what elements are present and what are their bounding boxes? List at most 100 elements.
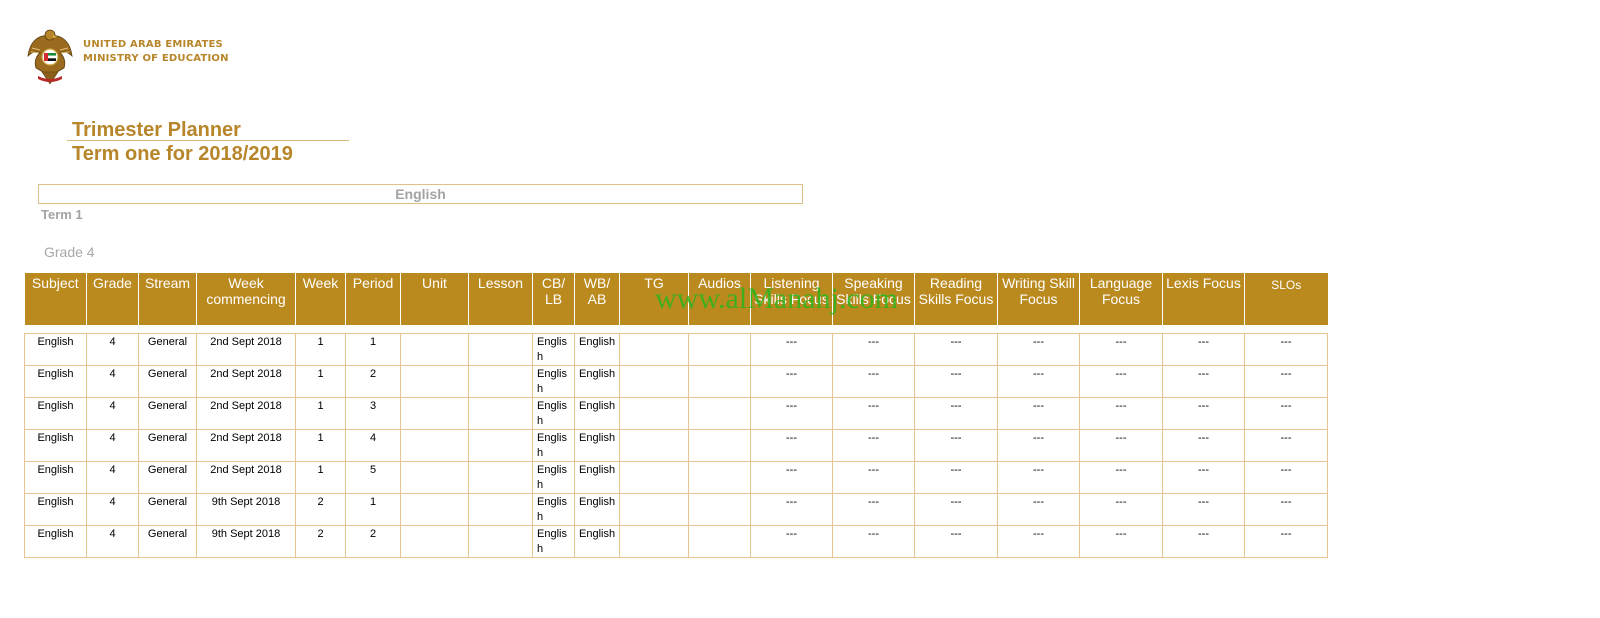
header-spacer xyxy=(24,325,1328,333)
table-cell: --- xyxy=(914,396,998,430)
page-title: Trimester Planner xyxy=(72,119,241,141)
column-header: Week commencing xyxy=(196,273,296,325)
table-cell: --- xyxy=(1162,492,1245,526)
table-cell: --- xyxy=(1244,460,1328,494)
table-cell: 2nd Sept 2018 xyxy=(196,332,296,366)
table-row: English 4 General 2nd Sept 2018 1 5 English Eng… xyxy=(24,460,1328,494)
table-cell: English xyxy=(24,396,87,430)
table-cell: --- xyxy=(1079,524,1163,558)
table-cell: --- xyxy=(997,524,1080,558)
table-cell: --- xyxy=(750,428,833,462)
watermark: www.alManahj.com xyxy=(655,282,898,315)
page-subtitle: Term one for 2018/2019 xyxy=(72,143,293,165)
table-row: English 4 General 2nd Sept 2018 1 3 English Eng… xyxy=(24,396,1328,430)
table-cell: 1 xyxy=(295,428,346,462)
table-cell: --- xyxy=(997,332,1080,366)
table-cell: --- xyxy=(832,332,915,366)
table-cell: 4 xyxy=(86,332,139,366)
table-cell: 4 xyxy=(86,428,139,462)
table-cell: --- xyxy=(1079,428,1163,462)
table-cell xyxy=(688,524,751,558)
table-cell: English xyxy=(574,524,620,558)
table-cell xyxy=(619,364,689,398)
table-row: English 4 General 2nd Sept 2018 1 2 English Eng… xyxy=(24,364,1328,398)
table-cell: --- xyxy=(832,524,915,558)
table-cell xyxy=(619,524,689,558)
table-cell: --- xyxy=(1079,396,1163,430)
table-cell: 1 xyxy=(295,364,346,398)
table-cell: --- xyxy=(1244,396,1328,430)
table-cell: --- xyxy=(1162,428,1245,462)
table-cell: --- xyxy=(914,460,998,494)
table-cell: English xyxy=(532,460,575,494)
table-cell xyxy=(400,332,469,366)
table-cell: 1 xyxy=(345,332,401,366)
table-cell: --- xyxy=(832,460,915,494)
table-cell: 1 xyxy=(345,492,401,526)
table-cell: English xyxy=(532,396,575,430)
table-cell xyxy=(619,396,689,430)
table-cell xyxy=(468,428,533,462)
table-cell: English xyxy=(532,492,575,526)
table-cell xyxy=(400,396,469,430)
table-cell: English xyxy=(574,396,620,430)
table-row: English 4 General 9th Sept 2018 2 2 English Eng… xyxy=(24,524,1328,558)
column-header: Grade xyxy=(86,273,139,325)
table-cell xyxy=(619,460,689,494)
table-cell: 4 xyxy=(86,460,139,494)
table-cell: --- xyxy=(914,364,998,398)
table-cell: --- xyxy=(832,492,915,526)
uae-emblem-logo xyxy=(27,29,73,85)
table-cell: --- xyxy=(1162,396,1245,430)
table-row: English 4 General 2nd Sept 2018 1 4 English Eng… xyxy=(24,428,1328,462)
table-cell: --- xyxy=(750,460,833,494)
table-cell: 4 xyxy=(86,492,139,526)
table-cell xyxy=(468,396,533,430)
table-cell: --- xyxy=(1244,524,1328,558)
table-cell: 4 xyxy=(86,524,139,558)
table-cell: --- xyxy=(832,396,915,430)
table-cell xyxy=(688,396,751,430)
table-cell: --- xyxy=(1162,460,1245,494)
table-cell: --- xyxy=(1162,364,1245,398)
table-cell: English xyxy=(574,460,620,494)
column-header: Week xyxy=(295,273,346,325)
table-cell: English xyxy=(532,428,575,462)
table-cell: General xyxy=(138,428,197,462)
table-cell: --- xyxy=(997,428,1080,462)
table-cell xyxy=(619,332,689,366)
table-cell xyxy=(400,364,469,398)
table-cell: --- xyxy=(750,364,833,398)
ministry-line-2: MINISTRY OF EDUCATION xyxy=(83,53,229,64)
table-cell: 4 xyxy=(86,396,139,430)
subject-box: English xyxy=(38,184,803,204)
table-cell: 2nd Sept 2018 xyxy=(196,428,296,462)
table-cell: --- xyxy=(997,460,1080,494)
column-header: Lesson xyxy=(468,273,533,325)
table-cell xyxy=(400,428,469,462)
table-cell: --- xyxy=(750,332,833,366)
table-cell xyxy=(688,428,751,462)
table-cell: English xyxy=(574,364,620,398)
table-cell: 9th Sept 2018 xyxy=(196,492,296,526)
table-cell: --- xyxy=(832,428,915,462)
table-cell: --- xyxy=(997,364,1080,398)
table-cell: English xyxy=(532,332,575,366)
table-cell: --- xyxy=(914,428,998,462)
table-cell: 1 xyxy=(295,396,346,430)
column-header: CB/ LB xyxy=(532,273,575,325)
table-cell: --- xyxy=(1244,364,1328,398)
table-cell xyxy=(468,492,533,526)
table-cell: 1 xyxy=(295,332,346,366)
table-cell: General xyxy=(138,396,197,430)
table-cell: 2nd Sept 2018 xyxy=(196,396,296,430)
table-cell xyxy=(688,460,751,494)
table-cell xyxy=(688,492,751,526)
table-cell: 3 xyxy=(345,396,401,430)
table-cell: English xyxy=(24,460,87,494)
title-divider xyxy=(67,140,349,141)
column-header: Unit xyxy=(400,273,469,325)
table-cell xyxy=(468,524,533,558)
table-cell xyxy=(619,428,689,462)
column-header: Period xyxy=(345,273,401,325)
